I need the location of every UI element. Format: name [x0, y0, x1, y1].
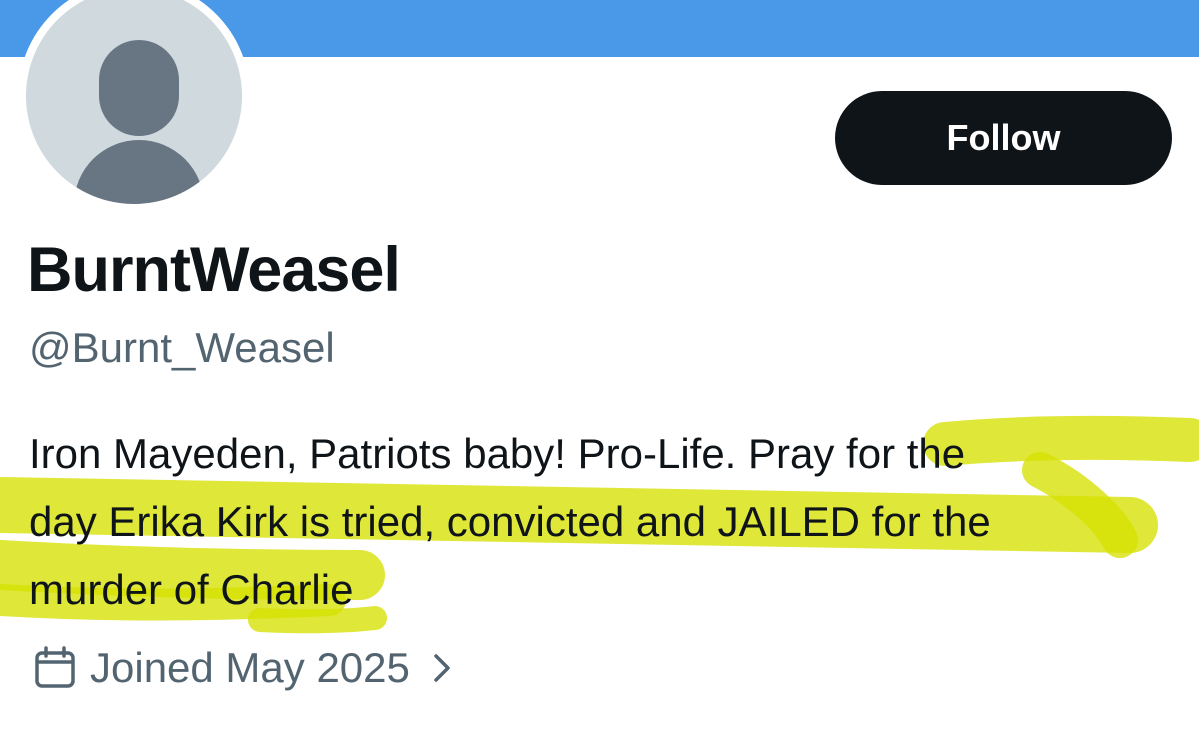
chevron-right-icon	[428, 648, 456, 688]
default-avatar-icon	[26, 0, 242, 204]
follow-button[interactable]: Follow	[835, 91, 1172, 185]
profile-bio: Iron Mayeden, Patriots baby! Pro-Life. P…	[29, 420, 1189, 624]
avatar-head	[99, 40, 179, 136]
joined-date-row[interactable]: Joined May 2025	[32, 640, 456, 696]
avatar-body	[74, 140, 204, 204]
user-handle: @Burnt_Weasel	[29, 324, 335, 371]
bio-line: day Erika Kirk is tried, convicted and J…	[29, 498, 991, 545]
bio-line: murder of Charlie	[29, 566, 354, 613]
joined-date-text: Joined May 2025	[90, 644, 410, 691]
profile-page: Follow BurntWeasel @Burnt_Weasel Iron Ma…	[0, 0, 1199, 732]
avatar[interactable]	[18, 0, 250, 212]
calendar-icon	[32, 645, 78, 691]
display-name: BurntWeasel	[27, 235, 401, 305]
bio-line: Iron Mayeden, Patriots baby! Pro-Life. P…	[29, 430, 966, 477]
